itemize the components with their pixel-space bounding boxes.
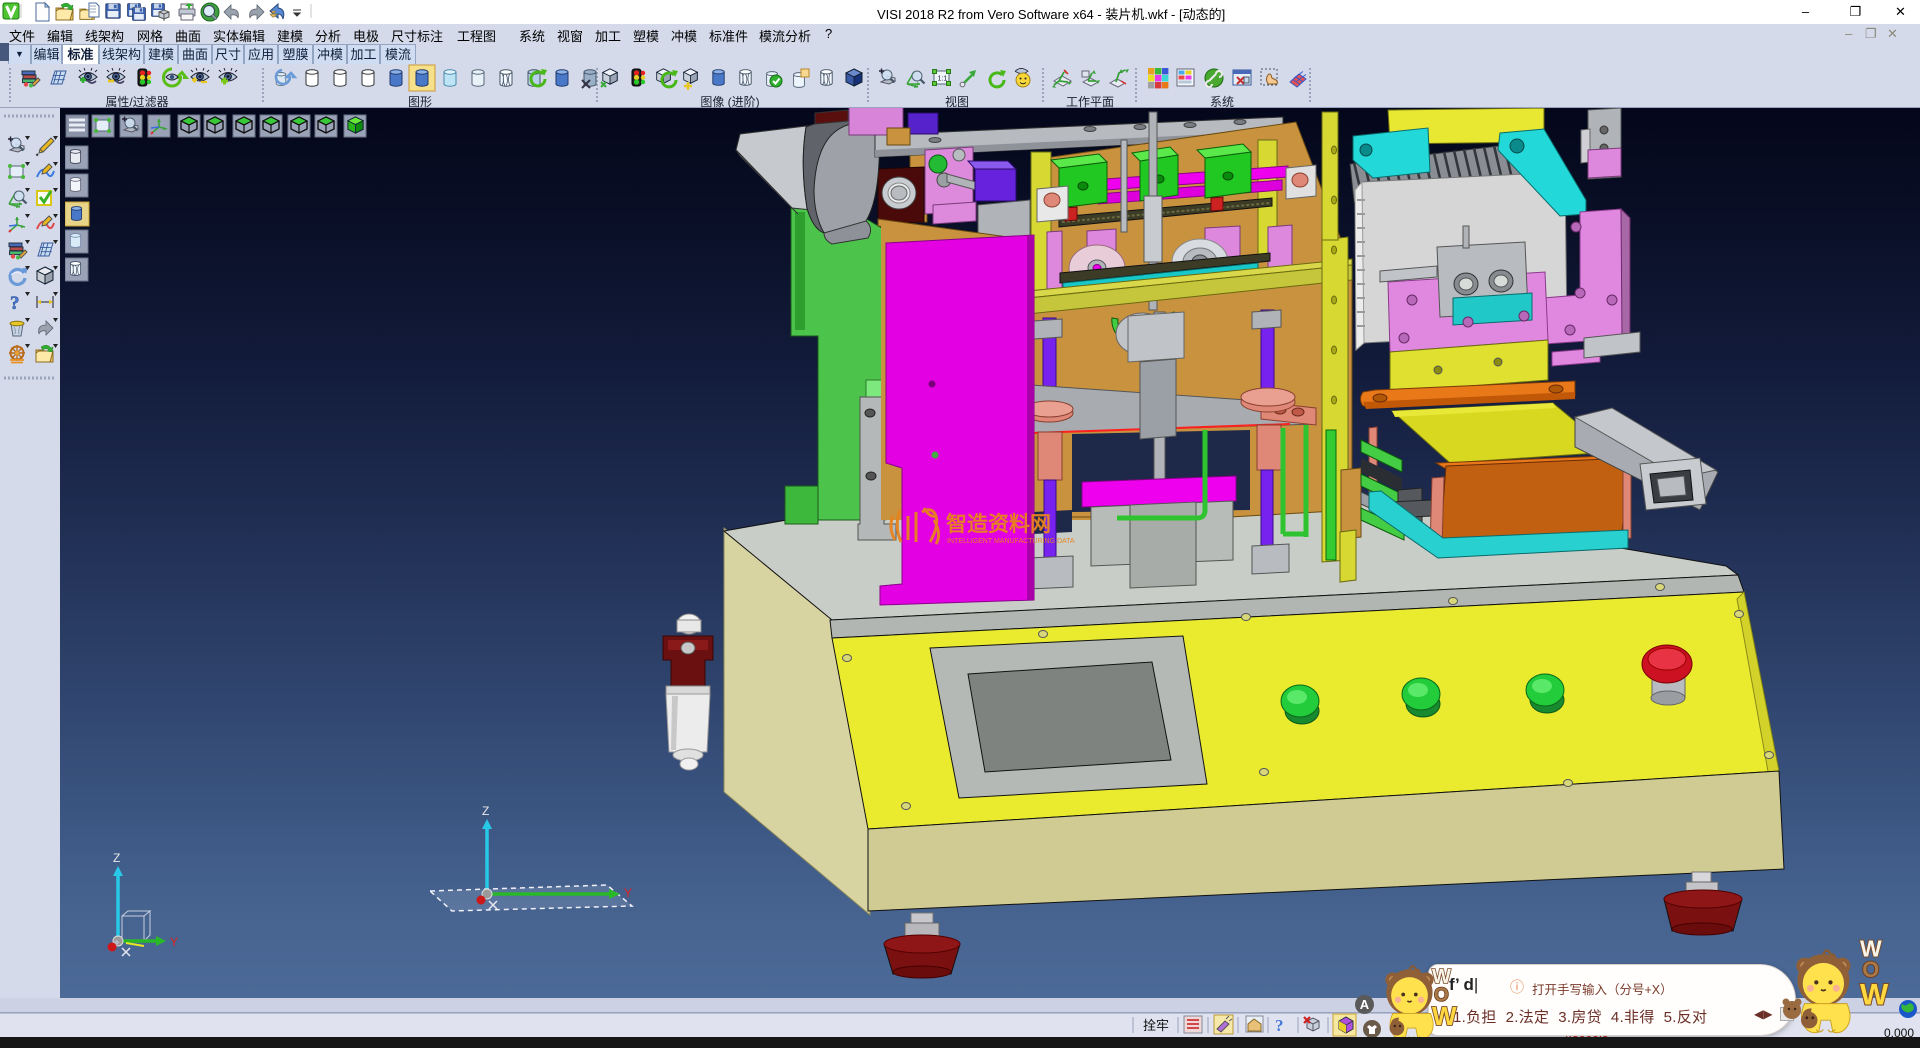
svg-text:?: ? bbox=[10, 293, 20, 314]
svg-text:拴牢: 拴牢 bbox=[1143, 1018, 1169, 1033]
svg-text:Z: Z bbox=[113, 851, 120, 865]
svg-text:W: W bbox=[1860, 979, 1889, 1012]
svg-text:Y: Y bbox=[624, 886, 632, 900]
svg-text:W: W bbox=[1432, 1001, 1457, 1031]
svg-text:INTELLIGENT MANUFACTURING DATA: INTELLIGENT MANUFACTURING DATA bbox=[947, 538, 1075, 545]
svg-text:智造资料网: 智造资料网 bbox=[946, 512, 1051, 536]
svg-text:Z: Z bbox=[482, 804, 489, 818]
svg-text:Y: Y bbox=[170, 935, 178, 949]
svg-text:?: ? bbox=[1275, 1016, 1284, 1035]
svg-text:1:1: 1:1 bbox=[938, 76, 948, 83]
